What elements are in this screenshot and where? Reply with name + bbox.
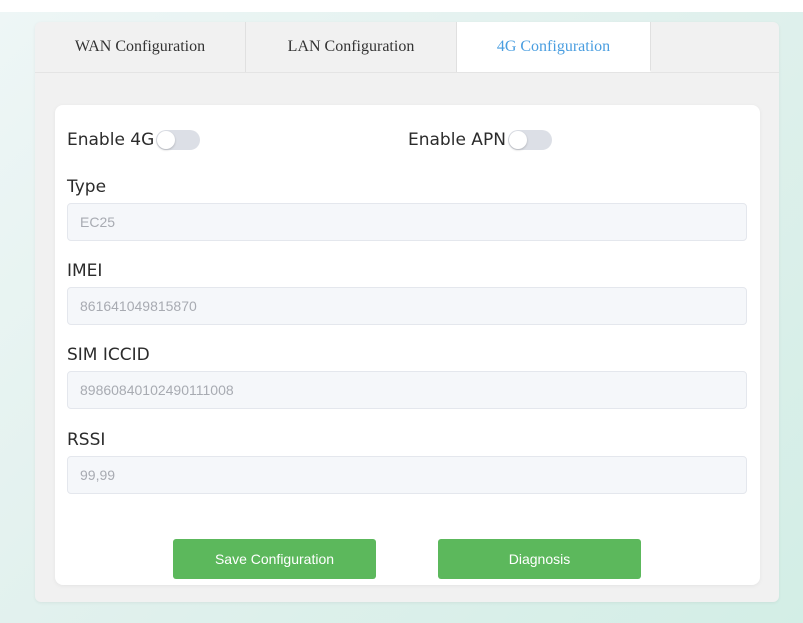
imei-field: IMEI 861641049815870 <box>67 259 747 325</box>
switch-knob <box>508 131 527 149</box>
imei-label: IMEI <box>67 261 103 281</box>
toggle-row: Enable 4G Enable APN <box>67 130 747 154</box>
save-configuration-button[interactable]: Save Configuration <box>173 539 376 579</box>
enable-apn-switch[interactable] <box>507 130 552 150</box>
switch-knob <box>157 131 176 149</box>
type-input[interactable]: EC25 <box>67 203 747 241</box>
enable-apn-label: Enable APN <box>408 130 506 150</box>
imei-input[interactable]: 861641049815870 <box>67 287 747 325</box>
tab-wan-configuration[interactable]: WAN Configuration <box>35 22 246 72</box>
tab-lan-configuration[interactable]: LAN Configuration <box>246 22 457 72</box>
sim-iccid-field: SIM ICCID 89860840102490111008 <box>67 343 747 409</box>
enable-4g-group: Enable 4G <box>67 130 201 150</box>
diagnosis-button[interactable]: Diagnosis <box>438 539 641 579</box>
sim-iccid-label: SIM ICCID <box>67 345 150 365</box>
tab-bar: WAN Configuration LAN Configuration 4G C… <box>35 22 779 73</box>
config-panel: WAN Configuration LAN Configuration 4G C… <box>35 22 779 602</box>
tab-4g-configuration[interactable]: 4G Configuration <box>457 22 651 72</box>
type-label: Type <box>67 177 107 197</box>
rssi-input[interactable]: 99,99 <box>67 456 747 494</box>
rssi-label: RSSI <box>67 430 106 450</box>
enable-4g-switch[interactable] <box>156 130 201 150</box>
4g-config-card: Enable 4G Enable APN Type EC25 IMEI 8616… <box>55 105 760 585</box>
sim-iccid-input[interactable]: 89860840102490111008 <box>67 371 747 409</box>
rssi-field: RSSI 99,99 <box>67 428 747 494</box>
enable-apn-group: Enable APN <box>408 130 552 150</box>
top-strip <box>0 0 803 12</box>
type-field: Type EC25 <box>67 175 747 241</box>
enable-4g-label: Enable 4G <box>67 130 155 150</box>
